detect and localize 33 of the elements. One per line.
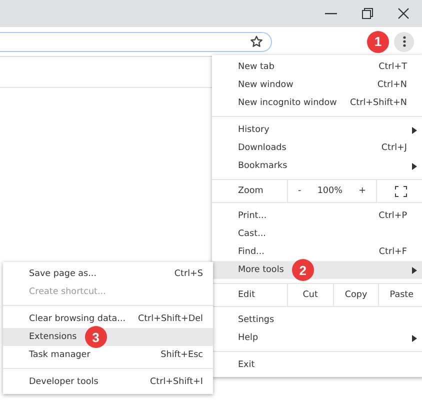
menu-item[interactable]: New tab Ctrl+T	[212, 58, 422, 76]
menu-item[interactable]: Task manager Shift+Esc	[3, 346, 213, 364]
minimize-icon[interactable]	[325, 12, 337, 14]
menu-item[interactable]: Find... Ctrl+F	[212, 243, 422, 261]
menu-button[interactable]	[394, 32, 414, 52]
menu-item[interactable]: Print... Ctrl+P	[212, 207, 422, 225]
fullscreen-icon[interactable]	[394, 186, 406, 196]
menu-item[interactable]: Extensions 3	[3, 328, 213, 346]
restore-icon[interactable]	[362, 8, 373, 19]
edit-label: Edit	[237, 289, 256, 302]
menu-item[interactable]: New incognito window Ctrl+Shift+N	[212, 94, 422, 112]
menu-item[interactable]: New window Ctrl+N	[212, 76, 422, 94]
menu-item[interactable]: Cast...	[212, 225, 422, 243]
menu-item[interactable]: History	[212, 121, 422, 139]
step-badge: 1	[367, 30, 389, 52]
close-icon[interactable]	[398, 8, 409, 19]
step-badge: 2	[292, 259, 314, 281]
zoom-out-button[interactable]: -	[294, 186, 306, 196]
menu-item[interactable]: Save page as... Ctrl+S	[3, 265, 213, 283]
menu-item[interactable]: Settings	[212, 311, 422, 329]
zoom-level: 100%	[317, 186, 342, 196]
menu-item[interactable]: Developer tools Ctrl+Shift+I	[3, 373, 213, 391]
more-icon	[402, 36, 406, 47]
menu-item[interactable]: Clear browsing data... Ctrl+Shift+Del	[3, 310, 213, 328]
zoom-in-button[interactable]: +	[354, 186, 370, 196]
menu-item[interactable]: Downloads Ctrl+J	[212, 139, 422, 157]
menu-item[interactable]: Exit	[212, 356, 422, 374]
menu-item[interactable]: Bookmarks	[212, 157, 422, 175]
menu-item[interactable]: Help	[212, 329, 422, 347]
menu-item[interactable]: More tools 2	[212, 261, 422, 279]
zoom-label: Zoom	[237, 185, 264, 198]
star-icon[interactable]	[250, 35, 263, 48]
step-badge: 3	[84, 326, 107, 348]
